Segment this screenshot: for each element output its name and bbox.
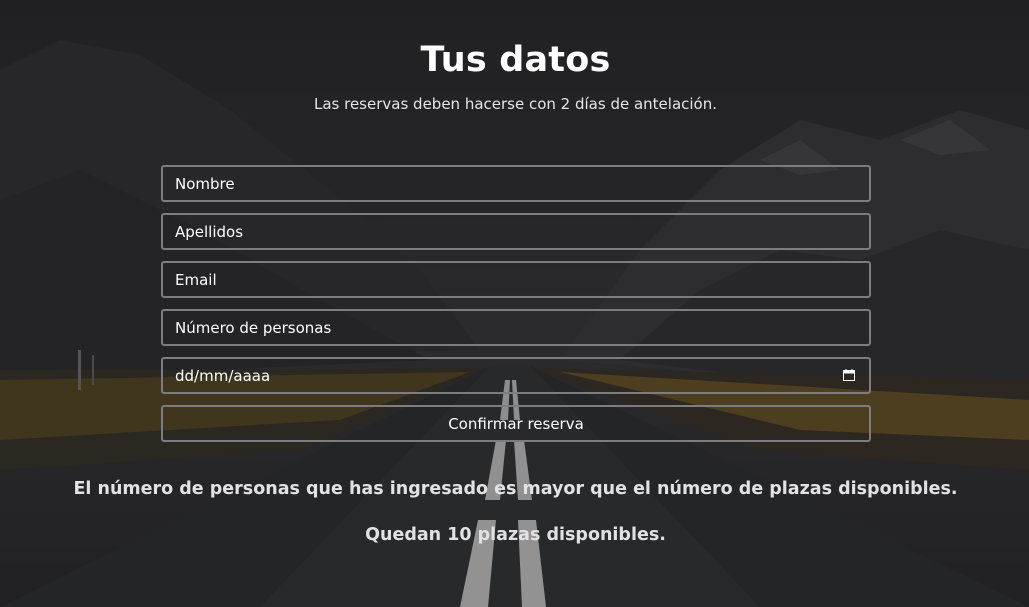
availability-message: Quedan 10 plazas disponibles. (365, 525, 666, 545)
page-title: Tus datos (420, 40, 611, 80)
reservation-form: Confirmar reserva (161, 165, 871, 442)
reservation-section: Tus datos Las reservas deben hacerse con… (0, 0, 1029, 607)
page-subtitle: Las reservas deben hacerse con 2 días de… (313, 95, 717, 113)
email-input[interactable] (175, 270, 857, 289)
lastname-input[interactable] (175, 222, 857, 241)
date-input[interactable] (175, 366, 857, 385)
email-field[interactable] (161, 261, 871, 298)
lastname-field[interactable] (161, 213, 871, 250)
page: Tus datos Las reservas deben hacerse con… (0, 0, 1029, 607)
calendar-icon[interactable] (843, 369, 855, 381)
people-field[interactable] (161, 309, 871, 346)
error-message: El número de personas que has ingresado … (73, 479, 958, 499)
name-input[interactable] (175, 174, 857, 193)
name-field[interactable] (161, 165, 871, 202)
confirm-reservation-button[interactable]: Confirmar reserva (161, 405, 871, 442)
date-field[interactable] (161, 357, 871, 394)
people-input[interactable] (175, 318, 857, 337)
